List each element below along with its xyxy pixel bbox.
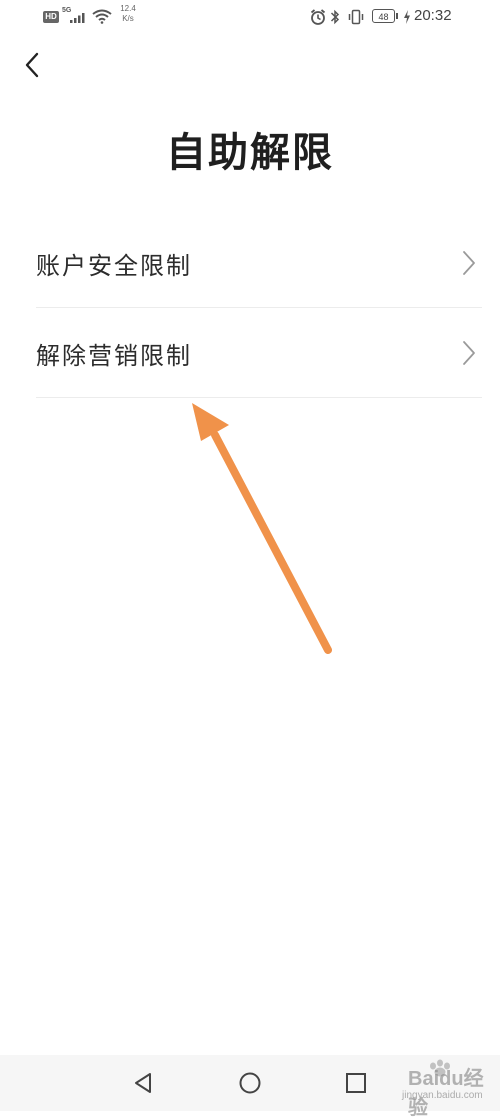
menu-item-marketing-restriction[interactable]: 解除营销限制: [36, 308, 482, 398]
watermark-url: jingyan.baidu.com: [402, 1090, 483, 1101]
chevron-left-icon: [25, 52, 39, 78]
page-title: 自助解限: [166, 129, 334, 176]
speed-unit: K/s: [122, 14, 134, 23]
network-speed: 12.4 K/s: [117, 4, 139, 24]
charging-icon: [404, 10, 410, 24]
clock: 20:32: [414, 7, 452, 24]
circle-home-icon[interactable]: [237, 1070, 263, 1096]
bluetooth-icon: [330, 9, 340, 25]
battery-icon: 48: [372, 9, 395, 23]
chevron-right-icon: [463, 251, 475, 275]
alarm-icon: [310, 9, 326, 25]
signal-icon: [70, 13, 85, 23]
speed-value: 12.4: [120, 4, 136, 13]
arrow-icon: [192, 403, 332, 654]
square-recent-icon[interactable]: [343, 1070, 369, 1096]
hd-badge: HD: [43, 11, 59, 23]
chevron-right-icon: [463, 341, 475, 365]
triangle-back-icon[interactable]: [130, 1070, 156, 1096]
menu-item-account-security[interactable]: 账户安全限制: [36, 218, 482, 308]
vibrate-icon: [348, 9, 364, 25]
menu-item-label: 账户安全限制: [36, 252, 192, 280]
battery-tip: [396, 13, 398, 19]
wifi-icon: [92, 9, 112, 24]
back-button[interactable]: [20, 50, 46, 80]
status-bar: HD 5G 12.4 K/s 48 20:32: [0, 0, 500, 34]
menu-item-label: 解除营销限制: [36, 342, 192, 370]
